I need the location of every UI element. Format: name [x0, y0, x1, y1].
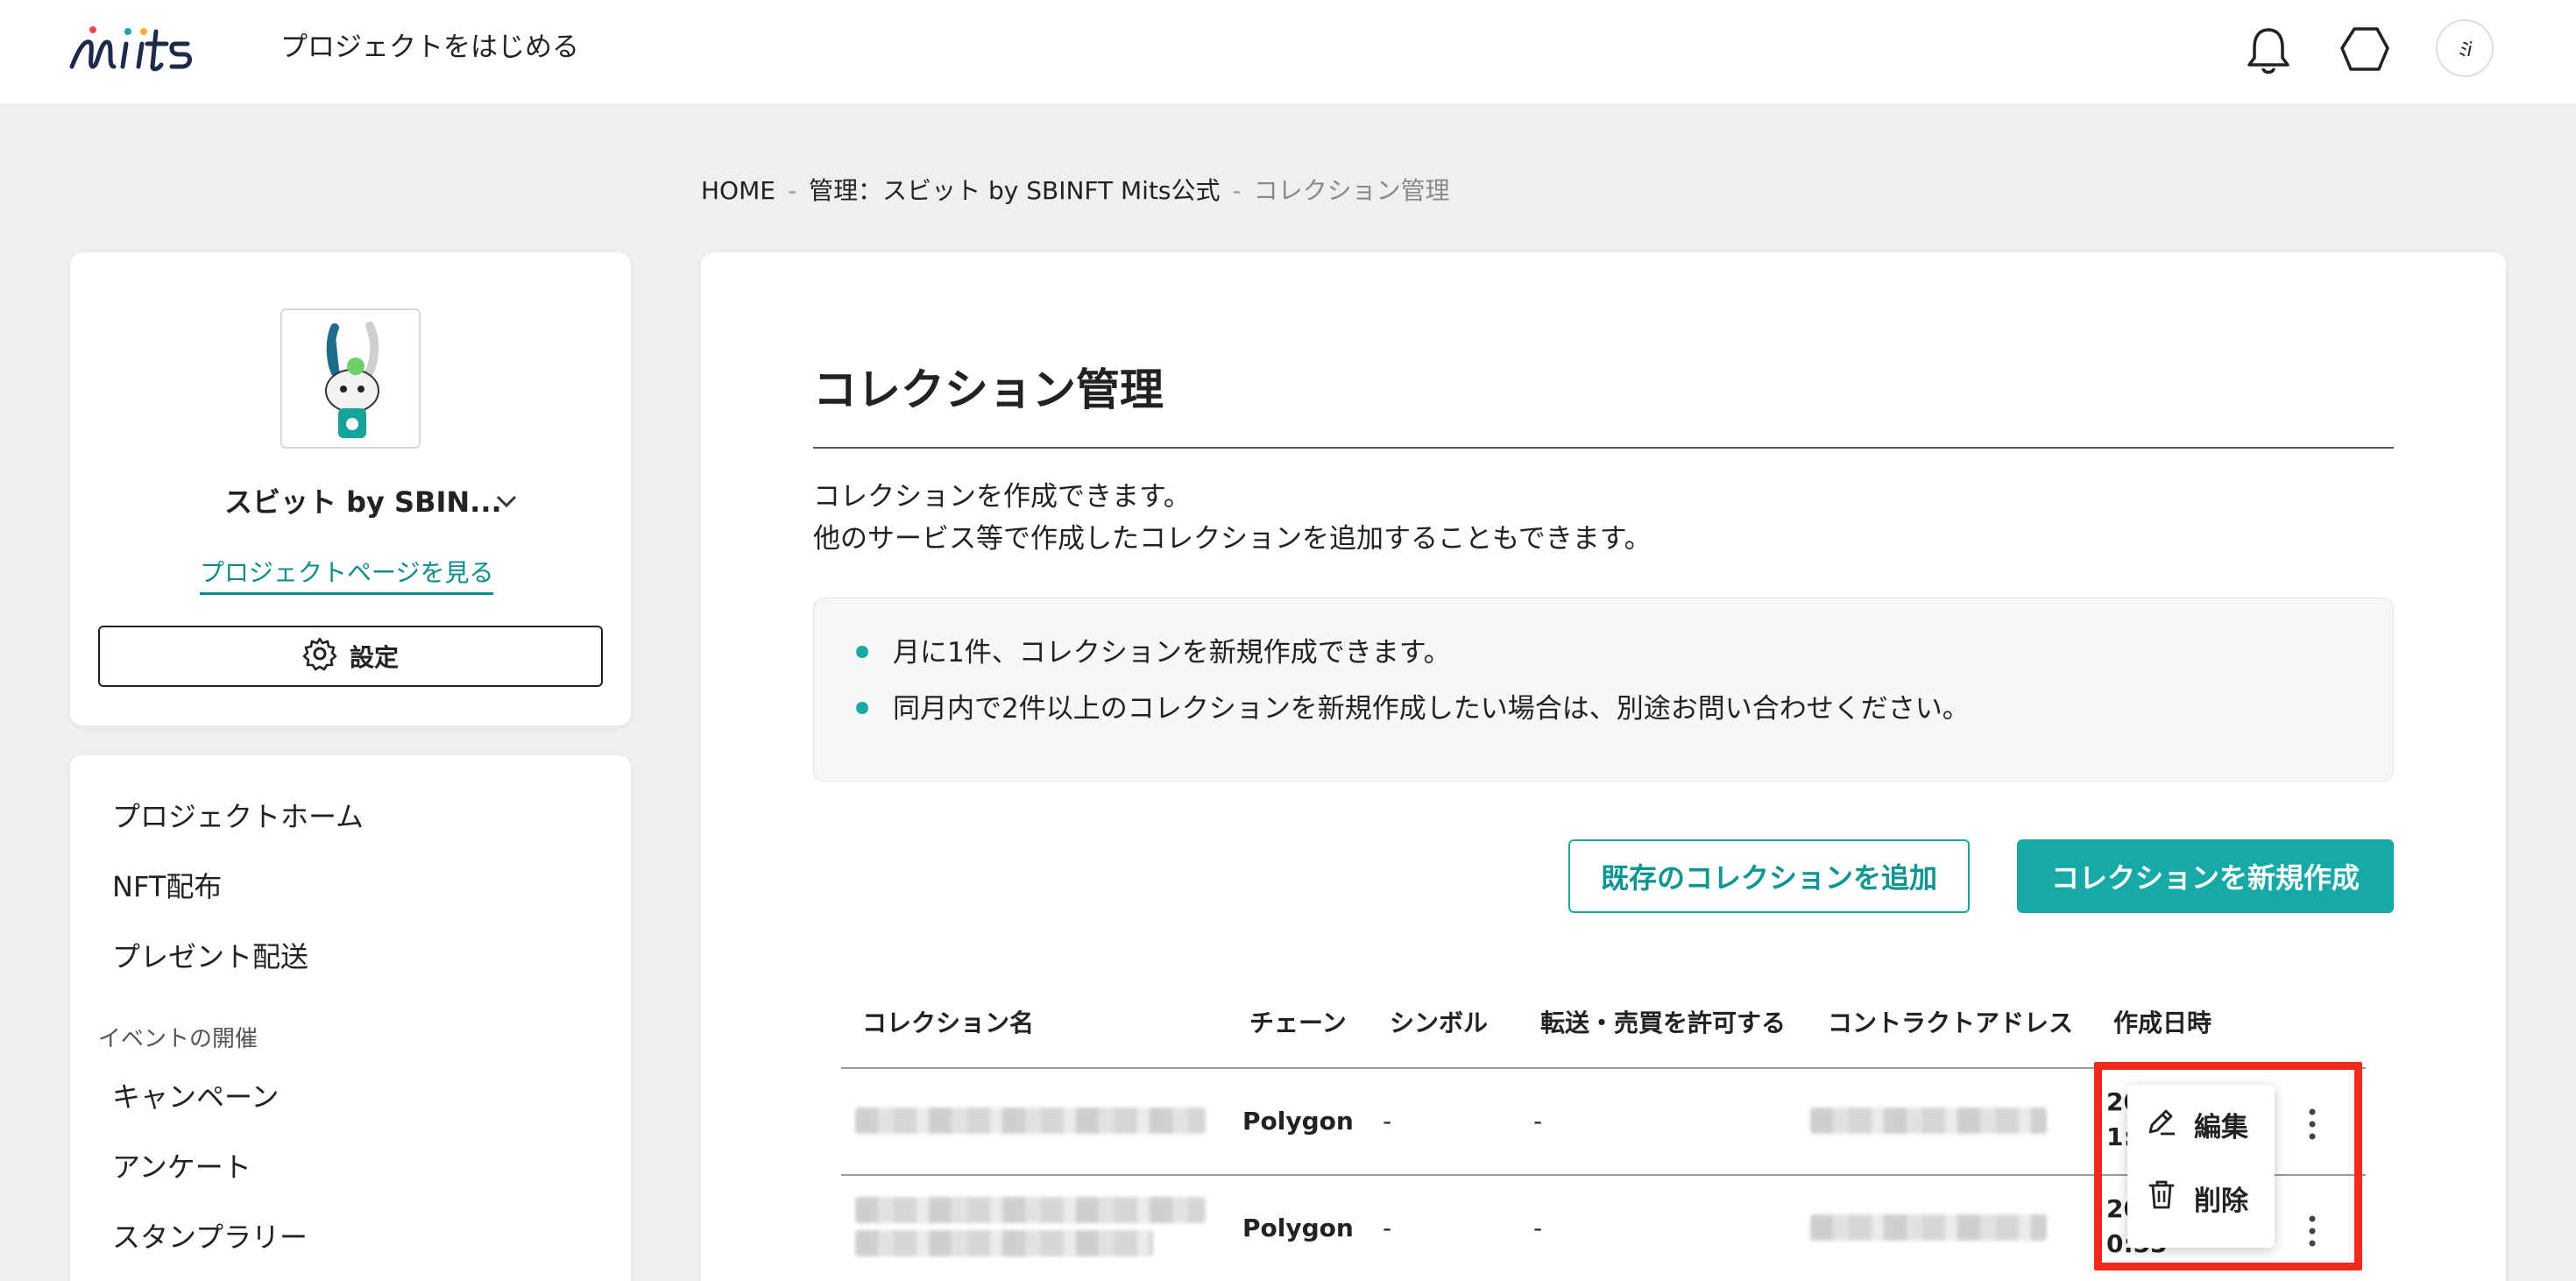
- project-card: スビット by SBIN... プロジェクトページを見る 設定: [70, 252, 631, 725]
- notice-text: 同月内で2件以上のコレクションを新規作成したい場合は、別途お問い合わせください。: [893, 693, 1970, 725]
- column-header-transfer: 転送・売買を許可する: [1540, 1009, 1787, 1037]
- more-options-icon[interactable]: [2299, 1102, 2325, 1146]
- project-image: [280, 308, 421, 449]
- delete-label: 削除: [2194, 1185, 2248, 1217]
- hexagon-icon[interactable]: [2336, 21, 2394, 79]
- trash-icon: [2145, 1178, 2178, 1218]
- add-existing-collection-button[interactable]: 既存のコレクションを追加: [1568, 839, 1970, 913]
- sidebar-item-present-delivery[interactable]: プレゼント配送: [112, 938, 308, 976]
- sidebar-section-events: イベントの開催: [98, 1026, 258, 1052]
- cell-symbol: -: [1383, 1214, 1392, 1242]
- gear-icon: [302, 636, 337, 677]
- table-divider: [841, 1067, 2366, 1069]
- breadcrumb-current: コレクション管理: [1253, 176, 1450, 205]
- top-header: プロジェクトをはじめる ﾐi: [0, 0, 2576, 103]
- title-divider: [813, 447, 2394, 449]
- pencil-icon: [2145, 1104, 2178, 1144]
- column-header-created: 作成日時: [2113, 1009, 2212, 1037]
- collection-name-redacted: [855, 1108, 1206, 1134]
- notice-item: 同月内で2件以上のコレクションを新規作成したい場合は、別途お問い合わせください。: [856, 690, 1970, 728]
- sidebar-item-stamp-rally[interactable]: スタンプラリー: [112, 1218, 308, 1256]
- project-page-link[interactable]: プロジェクトページを見る: [200, 556, 494, 595]
- row-action-menu: 編集 削除: [2127, 1085, 2275, 1248]
- sidebar-item-campaign[interactable]: キャンペーン: [112, 1078, 279, 1116]
- breadcrumb-manage[interactable]: 管理：スビット by SBINFT Mits公式: [809, 176, 1220, 205]
- description-line-2: 他のサービス等で作成したコレクションを追加することもできます。: [813, 523, 1652, 555]
- column-header-symbol: シンボル: [1390, 1009, 1489, 1037]
- more-options-icon[interactable]: [2299, 1209, 2325, 1253]
- cell-transfer: -: [1533, 1107, 1543, 1136]
- column-header-name: コレクション名: [862, 1009, 1035, 1037]
- page-title: コレクション管理: [813, 364, 1164, 415]
- sidebar-nav: プロジェクトホーム NFT配布 プレゼント配送 イベントの開催 キャンペーン ア…: [70, 755, 631, 1281]
- start-project-link[interactable]: プロジェクトをはじめる: [280, 30, 579, 65]
- project-name[interactable]: スビット by SBIN...: [224, 480, 502, 524]
- chevron-down-icon[interactable]: [489, 484, 524, 519]
- menu-item-delete[interactable]: 削除: [2145, 1178, 2248, 1218]
- breadcrumb-home[interactable]: HOME: [701, 176, 775, 205]
- user-avatar[interactable]: ﾐi: [2436, 19, 2494, 77]
- collection-name-redacted: [855, 1197, 1206, 1223]
- notice-box: 月に1件、コレクションを新規作成できます。 同月内で2件以上のコレクションを新規…: [813, 598, 2394, 782]
- notice-item: 月に1件、コレクションを新規作成できます。: [856, 633, 1451, 672]
- cell-chain: Polygon: [1242, 1214, 1354, 1242]
- notice-text: 月に1件、コレクションを新規作成できます。: [893, 637, 1451, 669]
- sidebar-item-project-home[interactable]: プロジェクトホーム: [112, 797, 364, 836]
- avatar-text: ﾐi: [2457, 39, 2473, 61]
- contract-address-redacted: [1810, 1214, 2047, 1241]
- create-collection-button[interactable]: コレクションを新規作成: [2017, 839, 2394, 913]
- cell-symbol: -: [1383, 1107, 1392, 1136]
- column-header-contract: コントラクトアドレス: [1828, 1009, 2074, 1037]
- sidebar-item-survey[interactable]: アンケート: [112, 1148, 251, 1186]
- breadcrumb: HOME - 管理：スビット by SBINFT Mits公式 - コレクション管理: [701, 173, 1450, 209]
- bullet-icon: [856, 701, 868, 714]
- breadcrumb-separator: -: [787, 176, 797, 205]
- bell-icon[interactable]: [2240, 21, 2297, 79]
- description-line-1: コレクションを作成できます。: [813, 481, 1191, 513]
- menu-item-edit[interactable]: 編集: [2145, 1104, 2248, 1144]
- edit-label: 編集: [2194, 1111, 2248, 1143]
- breadcrumb-separator: -: [1232, 176, 1242, 205]
- mits-logo[interactable]: [68, 23, 212, 74]
- collection-name-redacted: [855, 1230, 1153, 1256]
- sidebar-item-nft-distribution[interactable]: NFT配布: [112, 867, 222, 906]
- settings-button[interactable]: 設定: [98, 626, 603, 687]
- cell-chain: Polygon: [1242, 1107, 1354, 1136]
- cell-transfer: -: [1533, 1214, 1543, 1242]
- column-header-chain: チェーン: [1249, 1009, 1347, 1037]
- contract-address-redacted: [1810, 1108, 2047, 1134]
- bullet-icon: [856, 645, 868, 658]
- settings-label: 設定: [349, 643, 399, 672]
